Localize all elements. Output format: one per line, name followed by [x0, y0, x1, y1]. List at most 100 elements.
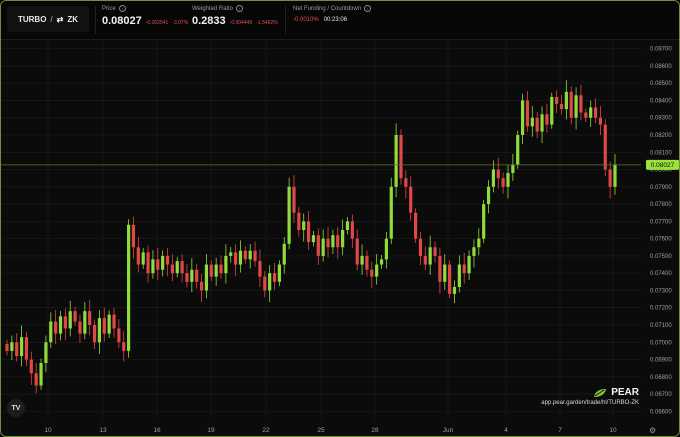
y-tick-label: 0.07200: [650, 306, 672, 312]
pair-selector[interactable]: TURBO / ⇄ ZK: [7, 6, 89, 32]
candle-body: [579, 95, 583, 113]
candle-body: [316, 235, 320, 256]
header-divider: [95, 6, 96, 34]
candle-body: [306, 221, 311, 243]
candle-body: [44, 342, 48, 363]
info-icon[interactable]: i: [235, 5, 243, 12]
candle-body: [506, 173, 510, 187]
candle-body: [112, 314, 116, 329]
candle-body: [88, 311, 92, 325]
candle-body: [49, 321, 53, 343]
candle-body: [311, 235, 316, 243]
candle-body: [78, 321, 82, 334]
candle-body: [234, 252, 238, 265]
x-tick-label: 7: [558, 427, 562, 434]
candle-body: [292, 186, 296, 213]
y-tick-label: 0.08500: [650, 81, 672, 87]
price-chart[interactable]: 0.08700 0.08600 0.08500 0.08400 0.08300 0.082…: [1, 40, 679, 436]
weighted-ratio-change: -0.004449: [229, 20, 253, 26]
weighted-ratio-label: Weighted Ratio: [192, 5, 233, 12]
current-price-label: 0.08027: [651, 162, 675, 169]
funding-stat: Net Funding / Countdown i -0.0010% 00:23:…: [293, 5, 372, 23]
candle-body: [418, 238, 423, 256]
candle-body: [277, 264, 281, 282]
candle-body: [29, 359, 33, 374]
candle-body: [219, 264, 223, 274]
info-icon[interactable]: i: [118, 5, 126, 12]
candle-body: [516, 135, 520, 165]
candle-body: [258, 261, 262, 277]
y-tick-label: 0.07100: [650, 323, 672, 329]
candle-body: [409, 186, 413, 213]
candle-body: [394, 135, 398, 187]
brand-url[interactable]: app.pear.garden/trade/hl/TURBO-ZK: [521, 400, 639, 406]
header-bar: TURBO / ⇄ ZK Price i 0.08027 -0.002541 -3…: [1, 1, 679, 40]
candle-body: [467, 255, 471, 274]
candle-body: [530, 117, 534, 127]
x-tick-label: 22: [262, 427, 270, 434]
candle-body: [486, 186, 491, 205]
y-tick-label: 0.08300: [650, 116, 672, 122]
candle-body: [593, 107, 598, 118]
y-tick-label: 0.08700: [650, 47, 672, 53]
candle-body: [326, 238, 330, 248]
candle-body: [375, 264, 379, 277]
candle-body: [141, 252, 145, 265]
candle-body: [58, 316, 63, 334]
y-tick-label: 0.07500: [650, 254, 672, 260]
candle-body: [287, 186, 291, 244]
candle-body: [457, 264, 461, 287]
pair-separator: /: [50, 14, 53, 24]
x-tick-label: 4: [504, 427, 508, 434]
candle-body: [73, 311, 77, 322]
candle-body: [613, 164, 617, 187]
y-tick-label: 0.07800: [650, 202, 672, 208]
candle-body: [151, 259, 155, 274]
candle-body: [185, 273, 189, 282]
candle-body: [589, 107, 593, 118]
x-tick-label: 28: [371, 427, 379, 434]
candle-body: [102, 318, 106, 334]
candle-body: [336, 235, 340, 248]
candle-body: [384, 238, 388, 260]
candle-body: [413, 212, 418, 239]
candle-body: [199, 281, 204, 291]
y-tick-label: 0.07400: [650, 271, 672, 277]
candle-body: [243, 250, 247, 260]
candle-body: [598, 117, 603, 125]
candle-body: [10, 342, 14, 351]
info-icon[interactable]: i: [364, 5, 372, 12]
swap-icon[interactable]: ⇄: [57, 15, 64, 24]
candle-body: [452, 287, 457, 294]
y-tick-label: 0.06900: [650, 358, 672, 364]
funding-rate: -0.0010%: [293, 17, 319, 23]
y-tick-label: 0.07600: [650, 237, 672, 243]
candle-body: [248, 250, 252, 260]
candle-body: [190, 269, 194, 282]
candle-body: [341, 230, 345, 248]
tradingview-logo[interactable]: TV: [7, 399, 25, 417]
y-tick-label: 0.06600: [650, 409, 672, 415]
candle-body: [272, 273, 277, 282]
price-label: Price: [102, 5, 116, 12]
funding-countdown: 00:23:06: [323, 17, 348, 23]
candle-body: [545, 114, 549, 125]
candle-body: [253, 250, 257, 262]
candle-body: [584, 112, 588, 118]
y-tick-label: 0.06700: [650, 392, 672, 398]
candle-body: [263, 276, 267, 291]
candle-body: [569, 91, 573, 118]
leaf-icon: [594, 388, 607, 397]
candle-body: [170, 264, 174, 274]
candle-body: [331, 235, 335, 248]
candle-body: [282, 243, 286, 265]
candle-body: [15, 342, 19, 357]
candle-body: [404, 178, 408, 187]
candle-body: [195, 269, 199, 282]
app-frame: TURBO / ⇄ ZK Price i 0.08027 -0.002541 -3…: [0, 0, 680, 437]
candle-body: [39, 363, 43, 386]
candle-body: [122, 342, 126, 351]
candle-body: [462, 264, 466, 274]
gear-icon[interactable]: ⚙: [649, 426, 656, 435]
candle-body: [63, 316, 67, 329]
